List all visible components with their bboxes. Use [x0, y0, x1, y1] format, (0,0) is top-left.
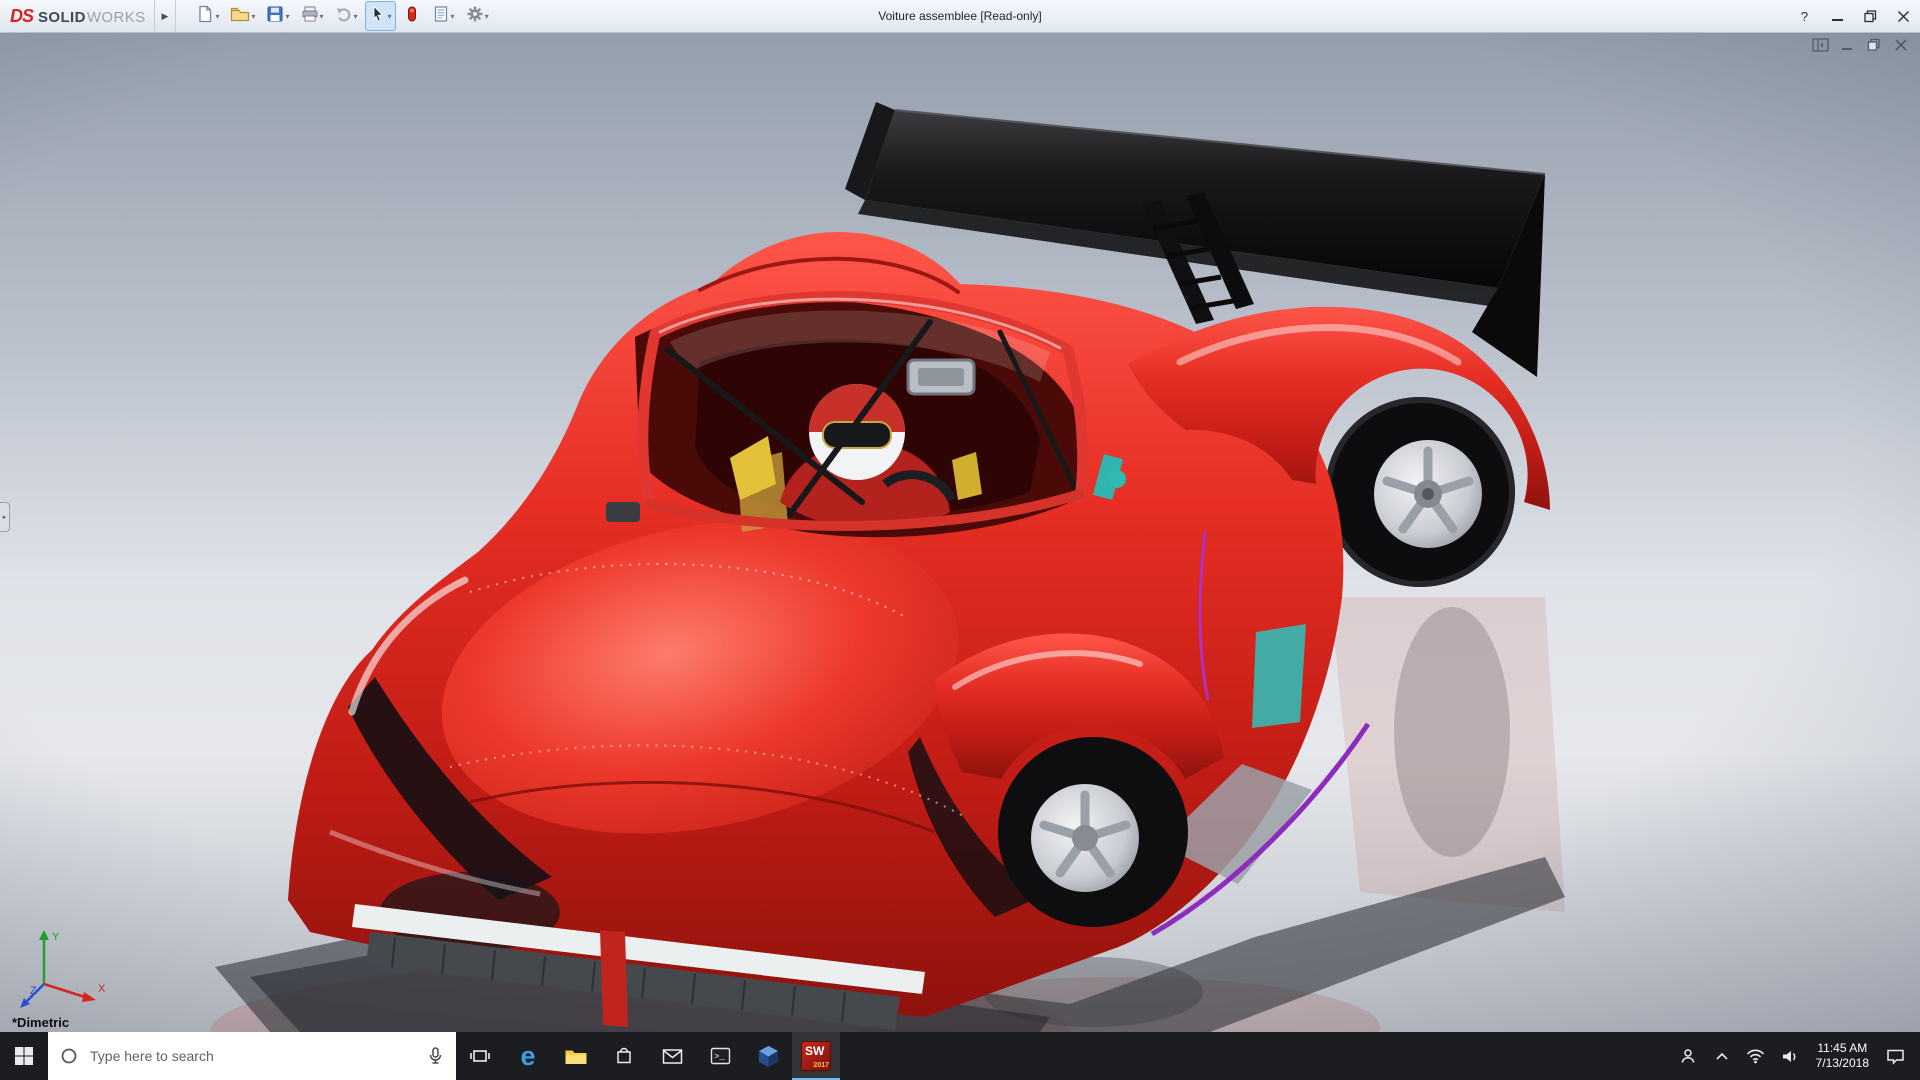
edge-button[interactable]: e	[504, 1032, 552, 1080]
titlebar: DS SOLID WORKS ▶ ▾ ▾ ▾ ▾ ▾ ▾ ▾ ▾ Voiture…	[0, 0, 1920, 33]
gear-icon	[466, 5, 484, 28]
command-prompt-icon: >_	[710, 1047, 730, 1065]
solidworks-logo: DS SOLID WORKS	[0, 6, 154, 27]
close-button[interactable]	[1887, 0, 1920, 32]
dropdown-arrow-icon[interactable]: ▾	[215, 12, 219, 21]
orientation-triad[interactable]: Y X Z	[12, 918, 112, 1010]
file-explorer-button[interactable]	[552, 1032, 600, 1080]
rebuild-icon	[403, 5, 421, 28]
help-button[interactable]: ?	[1788, 0, 1821, 32]
triad-z-label: Z	[30, 985, 37, 997]
open-folder-icon	[230, 5, 250, 28]
window-title: Voiture assemblee [Read-only]	[878, 9, 1042, 23]
new-document-button[interactable]: ▾	[192, 1, 223, 31]
triad-y-label: Y	[52, 931, 60, 943]
brand-works: WORKS	[86, 8, 146, 26]
restore-button[interactable]	[1854, 0, 1887, 32]
taskbar-clock[interactable]: 11:45 AM 7/13/2018	[1807, 1041, 1878, 1071]
restore-icon	[1864, 9, 1877, 22]
close-icon	[1897, 10, 1910, 22]
windows-taskbar: e >_ SW 2017 11:45 AM 7/13	[0, 1032, 1920, 1080]
microphone-icon[interactable]	[427, 1046, 444, 1066]
close-doc-icon[interactable]	[1892, 37, 1910, 52]
dropdown-arrow-icon[interactable]: ▾	[251, 12, 255, 21]
edge-icon: e	[520, 1040, 536, 1071]
sw-year-badge: 2017	[813, 1062, 829, 1069]
store-icon	[617, 1047, 631, 1064]
menu-expand-arrow[interactable]: ▶	[153, 0, 177, 32]
windows-logo-icon	[15, 1047, 33, 1065]
action-center-button[interactable]	[1878, 1032, 1912, 1080]
dropdown-arrow-icon[interactable]: ▾	[354, 12, 358, 21]
cortana-icon	[61, 1048, 77, 1064]
brand-solid: SOLID	[38, 8, 86, 26]
sw-badge: SW	[805, 1044, 825, 1058]
dropdown-arrow-icon[interactable]: ▾	[485, 12, 489, 21]
select-tool-button[interactable]: ▾	[364, 1, 396, 31]
mail-icon	[662, 1048, 682, 1064]
new-document-icon	[196, 5, 214, 28]
front-wheel	[998, 737, 1188, 927]
minimize-button[interactable]	[1821, 0, 1854, 32]
command-prompt-button[interactable]: >_	[696, 1032, 744, 1080]
solidworks-taskbar-button[interactable]: SW 2017	[792, 1032, 840, 1080]
dropdown-arrow-icon[interactable]: ▾	[320, 12, 324, 21]
task-view-icon	[470, 1050, 490, 1062]
graphics-area[interactable]: Y X Z *Dimetric ▸	[0, 32, 1920, 1032]
ds-logo-icon: DS	[10, 5, 34, 26]
task-view-button[interactable]	[456, 1032, 504, 1080]
rebuild-button[interactable]	[399, 1, 425, 31]
print-icon	[301, 5, 319, 28]
taskbar-search[interactable]	[48, 1032, 456, 1080]
search-input[interactable]	[88, 1047, 417, 1065]
view-orientation-label: *Dimetric	[12, 1015, 70, 1030]
minimize-doc-icon[interactable]	[1838, 37, 1856, 52]
window-controls: ?	[1788, 0, 1920, 32]
document-window-controls	[1811, 37, 1910, 52]
3d-scene[interactable]	[0, 32, 1920, 1032]
wifi-icon	[1747, 1049, 1765, 1063]
options-button[interactable]: ▾	[462, 1, 493, 31]
start-button[interactable]	[0, 1032, 48, 1080]
save-icon	[266, 5, 284, 28]
cmd-glyph: >_	[714, 1052, 725, 1062]
open-button[interactable]: ▾	[226, 1, 259, 31]
clock-time: 11:45 AM	[1817, 1041, 1868, 1055]
solidworks-app-icon: SW 2017	[801, 1041, 831, 1071]
feature-panel-flyout-handle[interactable]: ▸	[0, 502, 10, 532]
file-explorer-icon	[565, 1050, 587, 1064]
restore-doc-icon[interactable]	[1865, 37, 1883, 52]
action-center-icon	[1886, 1049, 1904, 1065]
clock-date: 7/13/2018	[1815, 1056, 1869, 1070]
network-button[interactable]	[1739, 1032, 1773, 1080]
people-icon	[1681, 1049, 1694, 1063]
volume-icon	[1782, 1050, 1796, 1062]
chevron-up-icon	[1716, 1052, 1728, 1060]
dropdown-arrow-icon[interactable]: ▾	[388, 12, 392, 21]
system-tray: 11:45 AM 7/13/2018	[1671, 1032, 1920, 1080]
triad-x-label: X	[98, 983, 106, 995]
dropdown-arrow-icon[interactable]: ▾	[285, 12, 289, 21]
3d-cube-app-button[interactable]	[744, 1032, 792, 1080]
show-hidden-icons-button[interactable]	[1705, 1032, 1739, 1080]
minimize-icon	[1832, 11, 1843, 21]
people-button[interactable]	[1671, 1032, 1705, 1080]
undo-icon	[335, 5, 353, 28]
save-button[interactable]: ▾	[262, 1, 293, 31]
print-button[interactable]: ▾	[297, 1, 328, 31]
main-toolbar: ▾ ▾ ▾ ▾ ▾ ▾ ▾ ▾	[192, 1, 492, 31]
dropdown-arrow-icon[interactable]: ▾	[451, 12, 455, 21]
file-properties-icon	[432, 5, 450, 28]
volume-button[interactable]	[1773, 1032, 1807, 1080]
store-button[interactable]	[600, 1032, 648, 1080]
undo-button[interactable]: ▾	[331, 1, 362, 31]
file-properties-button[interactable]: ▾	[428, 1, 459, 31]
display-pane-toggle-icon[interactable]	[1811, 37, 1829, 52]
3d-cube-app-icon	[758, 1045, 778, 1067]
select-cursor-icon	[369, 5, 387, 28]
mail-button[interactable]	[648, 1032, 696, 1080]
rear-wheel	[1325, 397, 1515, 587]
